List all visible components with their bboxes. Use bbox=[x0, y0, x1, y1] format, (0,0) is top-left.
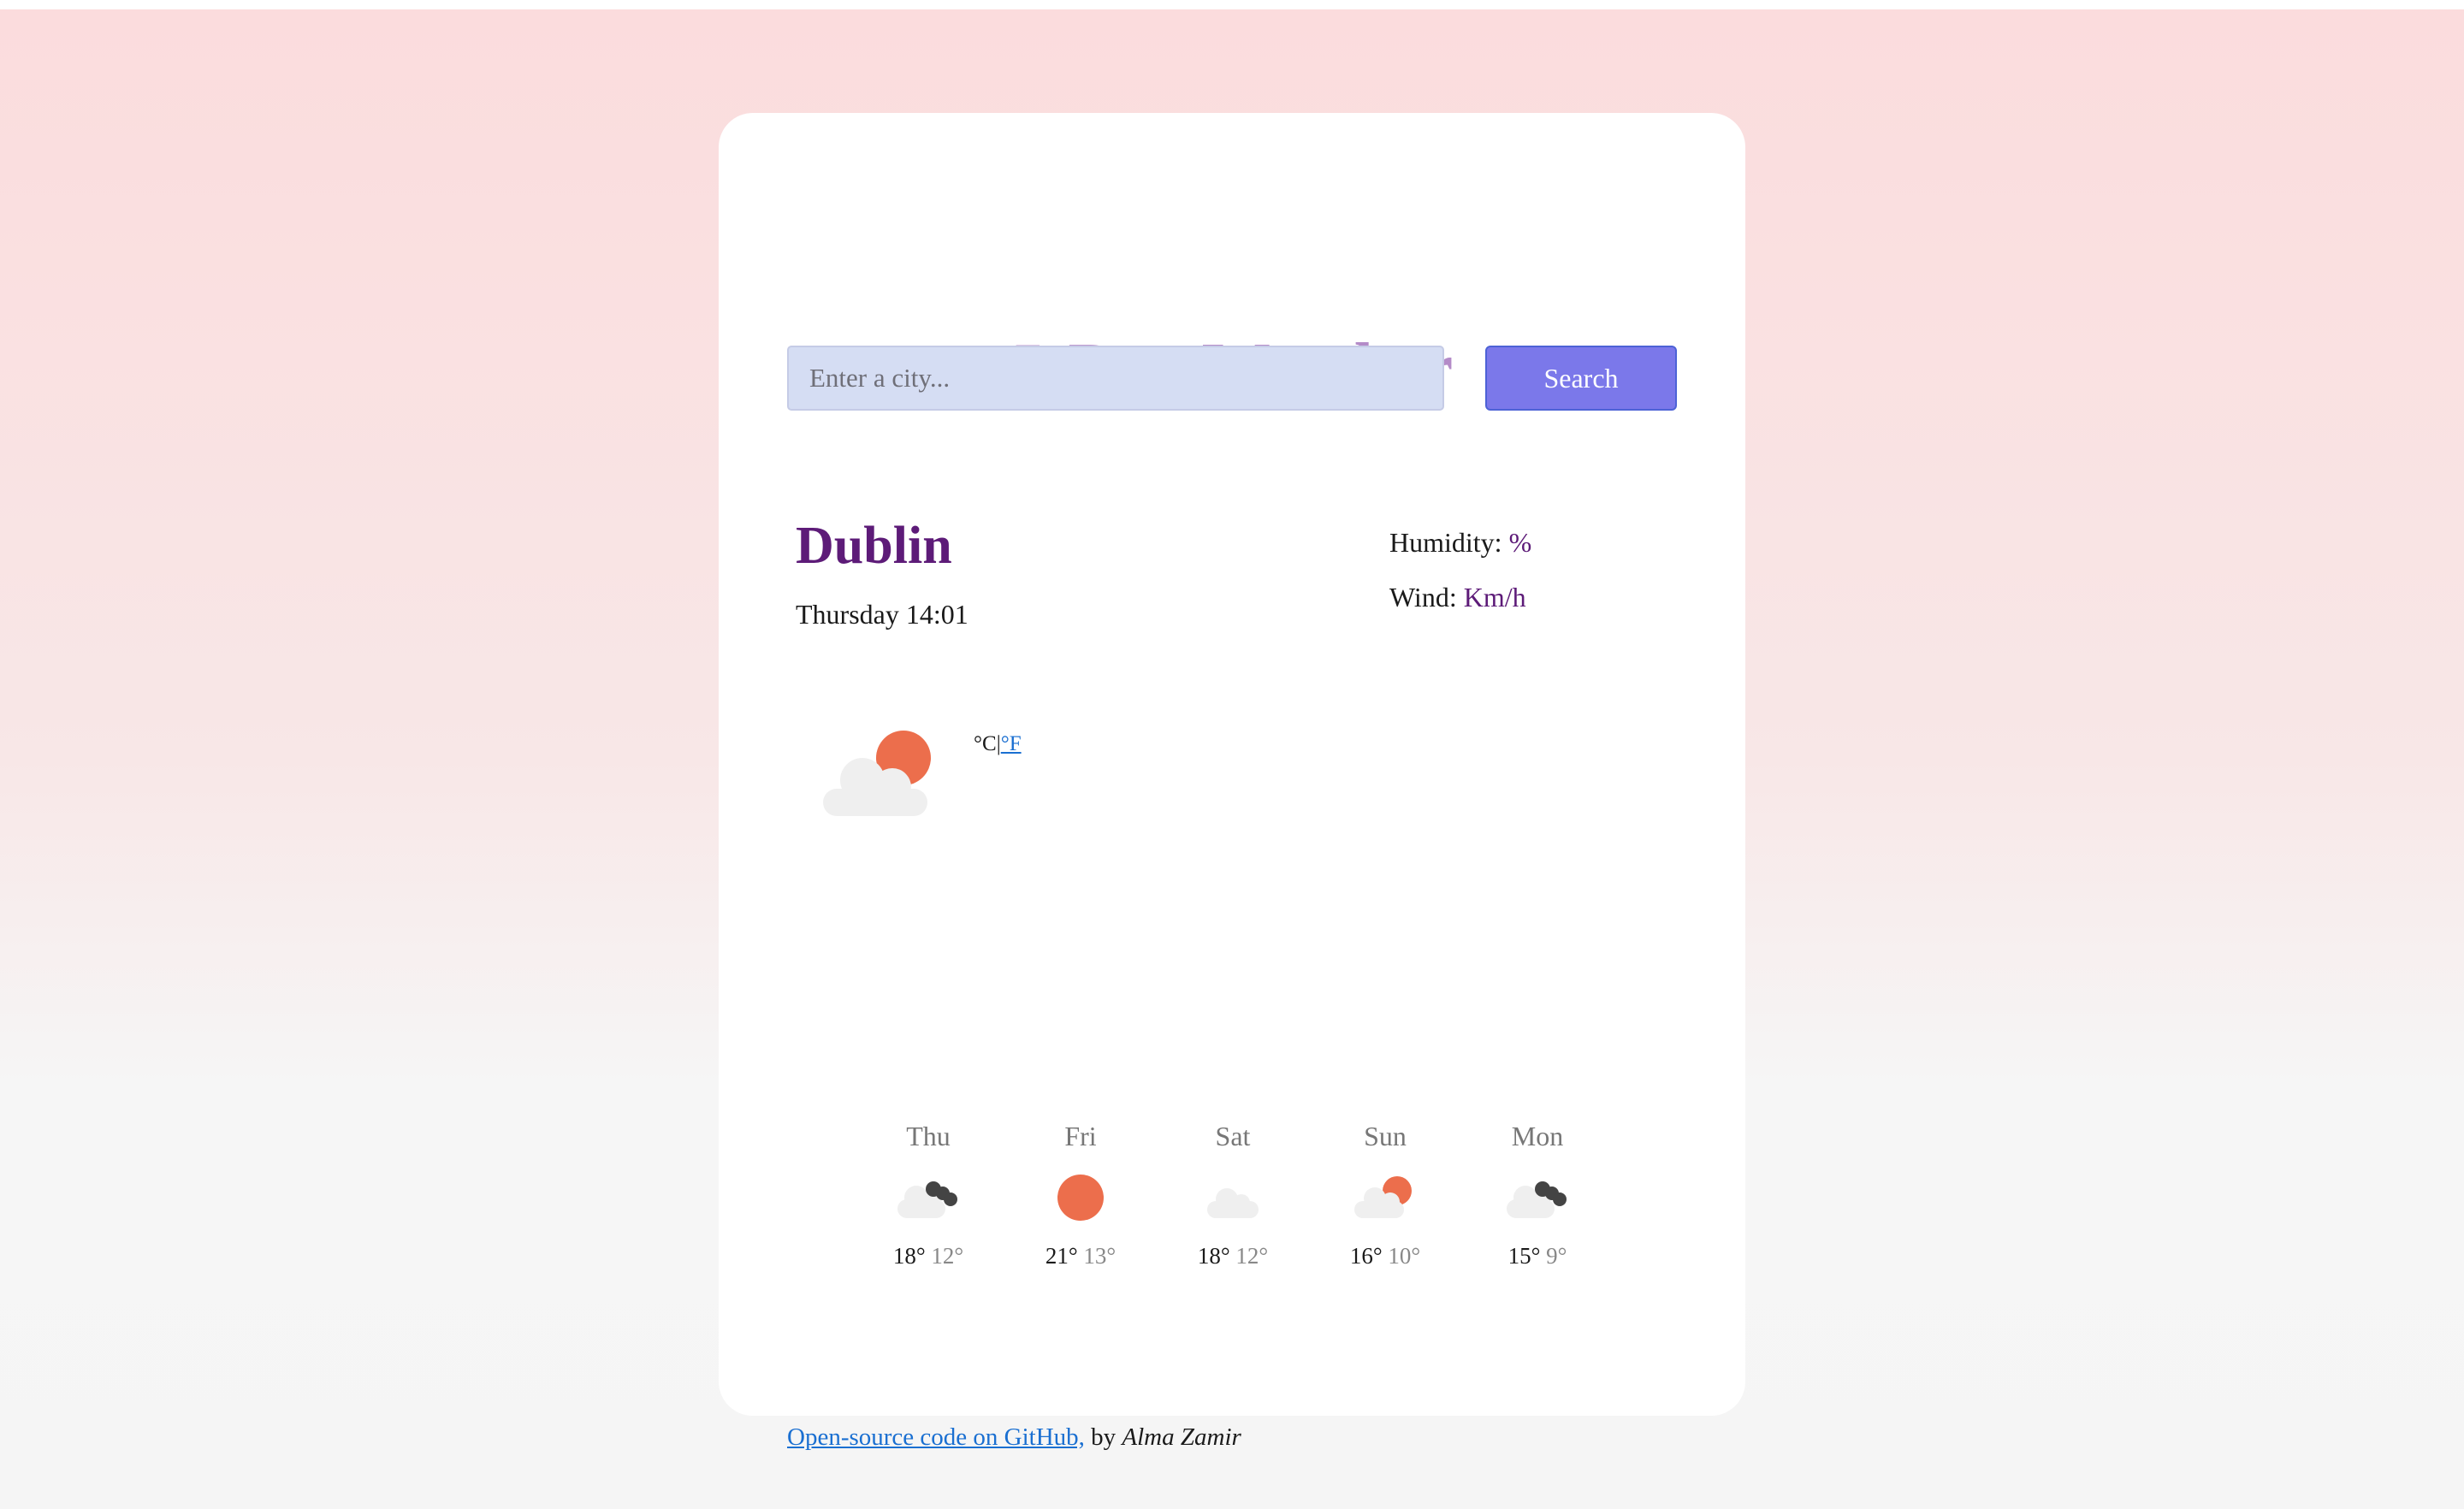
github-link[interactable]: Open-source code on GitHub, bbox=[787, 1423, 1085, 1451]
forecast-max: 18° bbox=[892, 1243, 926, 1269]
forecast-max: 21° bbox=[1045, 1243, 1078, 1269]
fahrenheit-link[interactable]: °F bbox=[1001, 732, 1022, 755]
forecast-day-name: Mon bbox=[1511, 1121, 1564, 1151]
forecast-temps: 15° 9° bbox=[1478, 1242, 1597, 1269]
sun-icon bbox=[1057, 1175, 1104, 1221]
forecast-temps: 16° 10° bbox=[1325, 1242, 1445, 1269]
city-search-input[interactable] bbox=[787, 346, 1444, 411]
forecast-min: 12° bbox=[1235, 1243, 1269, 1269]
forecast-day: Fri 21° 13° bbox=[1021, 1115, 1140, 1269]
forecast-min: 10° bbox=[1388, 1243, 1421, 1269]
weather-details: Humidity: % Wind: Km/h bbox=[1389, 525, 1531, 635]
forecast-day: Sun 16° 10° bbox=[1325, 1115, 1445, 1269]
forecast-max: 18° bbox=[1197, 1243, 1230, 1269]
search-button[interactable]: Search bbox=[1485, 346, 1677, 411]
forecast-day: Mon 15° 9° bbox=[1478, 1115, 1597, 1269]
humidity-row: Humidity: % bbox=[1389, 525, 1531, 580]
footer-by: by bbox=[1091, 1423, 1116, 1451]
wind-value: Km/h bbox=[1463, 582, 1526, 612]
forecast-max: 16° bbox=[1349, 1243, 1383, 1269]
forecast-day: Sat 18° 12° bbox=[1173, 1115, 1293, 1269]
forecast-min: 12° bbox=[931, 1243, 964, 1269]
forecast-day-name: Sun bbox=[1364, 1121, 1407, 1151]
partly-cloudy-day-icon bbox=[1354, 1176, 1412, 1218]
forecast-list: Thu 18° 12° Fri 21° 13° Sat 18° 12° Sun … bbox=[856, 1115, 1617, 1287]
unit-toggle: °C|°F bbox=[974, 731, 1022, 758]
forecast-day-name: Fri bbox=[1064, 1121, 1097, 1151]
partly-cloudy-day-icon bbox=[823, 731, 931, 816]
forecast-day-name: Sat bbox=[1215, 1121, 1251, 1151]
wind-label: Wind: bbox=[1389, 582, 1457, 612]
forecast-day: Thu 18° 12° bbox=[868, 1115, 988, 1269]
humidity-value: % bbox=[1508, 527, 1532, 558]
author-name: Alma Zamir bbox=[1122, 1423, 1241, 1451]
forecast-min: 9° bbox=[1546, 1243, 1567, 1269]
forecast-day-name: Thu bbox=[906, 1121, 951, 1151]
weather-card: 5-Day Weather Search Dublin Thursday 14:… bbox=[719, 113, 1745, 1451]
footer: Open-source code on GitHub, by Alma Zami… bbox=[787, 1420, 1241, 1454]
cloud-icon bbox=[1207, 1188, 1259, 1218]
celsius-unit: °C bbox=[974, 732, 997, 755]
forecast-max: 15° bbox=[1507, 1243, 1541, 1269]
partly-cloudy-night-icon bbox=[897, 1181, 957, 1218]
humidity-label: Humidity: bbox=[1389, 527, 1502, 558]
forecast-min: 13° bbox=[1083, 1243, 1116, 1269]
current-datetime: Thursday 14:01 bbox=[796, 599, 968, 630]
partly-cloudy-night-icon bbox=[1507, 1181, 1567, 1218]
forecast-temps: 18° 12° bbox=[868, 1242, 988, 1269]
wind-row: Wind: Km/h bbox=[1389, 580, 1531, 635]
city-name: Dublin bbox=[796, 517, 952, 575]
forecast-temps: 21° 13° bbox=[1021, 1242, 1140, 1269]
forecast-temps: 18° 12° bbox=[1173, 1242, 1293, 1269]
